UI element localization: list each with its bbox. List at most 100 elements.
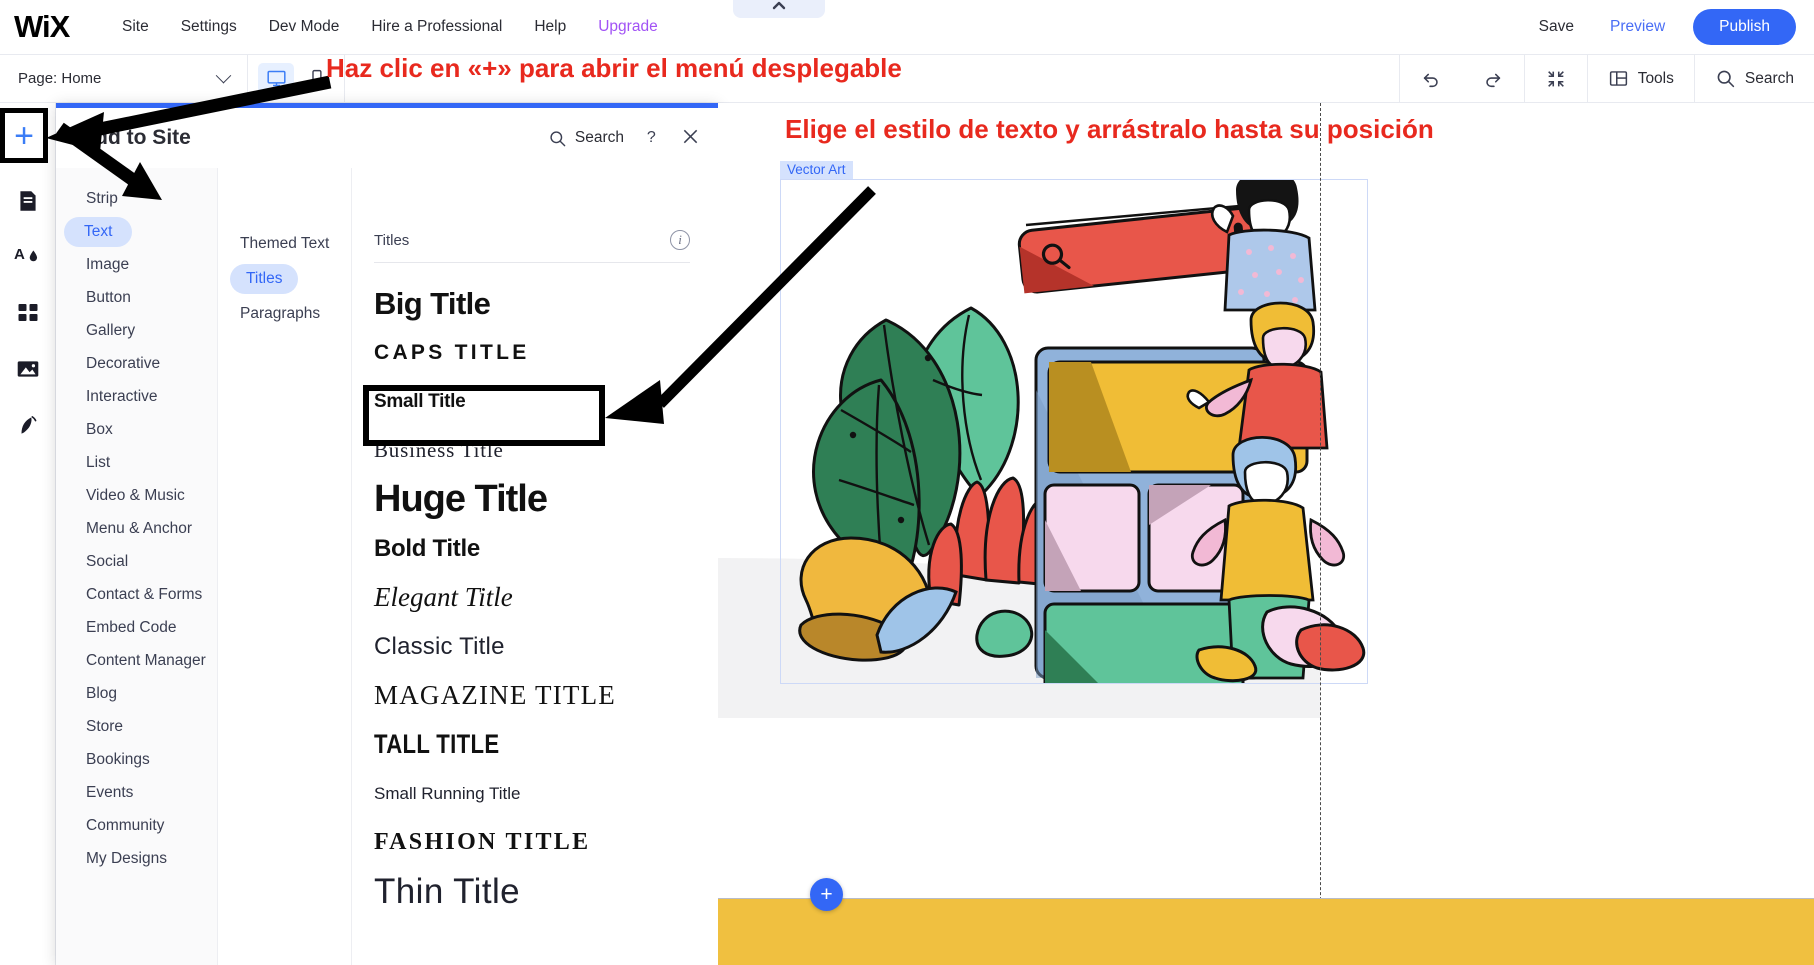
panel-help-button[interactable]: ? [644,127,661,150]
desktop-icon [266,68,287,89]
category-item-decorative[interactable]: Decorative [64,348,209,380]
add-to-site-panel: Add to Site Search ? [56,103,718,965]
styles-section-label: Titles [374,232,409,249]
title-style-small-title[interactable]: Small Title [374,377,696,426]
top-toolbar: WiX Site Settings Dev Mode Hire a Profes… [0,0,1814,55]
title-style-label: Thin Title [374,872,520,912]
editor-toolbar: Page: Home [0,55,1814,103]
title-style-small-running-title[interactable]: Small Running Title [374,769,696,818]
rail-site-design[interactable]: A [4,229,52,285]
annotation-click-plus: Haz clic en «+» para abrir el menú despl… [326,53,902,84]
category-item-menu-anchor[interactable]: Menu & Anchor [64,513,209,545]
preview-button[interactable]: Preview [1592,12,1683,42]
top-nav: Site Settings Dev Mode Hire a Profession… [106,12,674,42]
desktop-view-button[interactable] [258,63,294,95]
collapse-toolbar-tab[interactable] [733,0,825,18]
category-item-button[interactable]: Button [64,282,209,314]
undo-button[interactable] [1399,55,1462,102]
rail-media[interactable] [4,341,52,397]
vector-art-frame[interactable] [780,179,1368,684]
subcategory-item-titles[interactable]: Titles [230,264,298,294]
category-item-list[interactable]: List [64,447,209,479]
topnav-site[interactable]: Site [106,12,165,42]
page-footer-strip[interactable] [718,898,1814,965]
title-style-big-title[interactable]: Big Title [374,279,696,328]
title-style-label: Business Title [374,438,504,463]
topnav-settings[interactable]: Settings [165,12,253,42]
subcategory-item-themed-text[interactable]: Themed Text [226,228,343,260]
category-item-contact-forms[interactable]: Contact & Forms [64,579,209,611]
undo-icon [1420,68,1442,90]
title-style-label: Elegant Title [374,582,513,613]
category-item-bookings[interactable]: Bookings [64,744,209,776]
add-section-button[interactable]: + [810,878,843,911]
title-style-fashion-title[interactable]: FASHION TITLE [374,818,696,867]
left-rail: A [0,103,56,965]
subcategory-item-paragraphs[interactable]: Paragraphs [226,298,343,330]
close-icon [681,127,700,146]
title-style-huge-title[interactable]: Huge Title [374,475,696,524]
chevron-up-icon [771,0,787,10]
category-item-my-designs[interactable]: My Designs [64,843,209,875]
svg-text:A: A [14,246,25,263]
wix-logo[interactable]: WiX [14,9,96,45]
topnav-hire-a-professional[interactable]: Hire a Professional [355,12,518,42]
pen-icon [15,412,41,438]
category-item-text[interactable]: Text [64,217,132,247]
category-item-image[interactable]: Image [64,249,209,281]
page-selector-label: Page: Home [18,70,101,87]
category-item-blog[interactable]: Blog [64,678,209,710]
image-icon [15,356,41,382]
category-item-strip[interactable]: Strip [64,183,209,215]
category-item-gallery[interactable]: Gallery [64,315,209,347]
publish-button[interactable]: Publish [1693,9,1796,45]
apps-icon [16,301,40,325]
category-item-social[interactable]: Social [64,546,209,578]
category-item-community[interactable]: Community [64,810,209,842]
category-item-box[interactable]: Box [64,414,209,446]
mobile-icon [306,68,327,89]
editor-toolbar-right: Tools Search [1399,55,1814,102]
title-style-magazine-title[interactable]: MAGAZINE TITLE [374,671,696,720]
category-item-video-music[interactable]: Video & Music [64,480,209,512]
topnav-upgrade[interactable]: Upgrade [582,12,673,42]
category-item-store[interactable]: Store [64,711,209,743]
search-button[interactable]: Search [1694,55,1814,102]
rail-pages[interactable] [4,173,52,229]
title-style-caps-title[interactable]: CAPS TITLE [374,328,696,377]
tools-panel-icon [1608,68,1629,89]
site-canvas[interactable]: e. ion Vector Art [718,103,1814,965]
title-style-label: FASHION TITLE [374,829,590,856]
rail-my-designs[interactable] [4,397,52,453]
title-style-tall-title[interactable]: TALL TITLE [374,720,696,769]
title-style-label: CAPS TITLE [374,341,530,365]
add-elements-highlight[interactable]: + [0,108,48,163]
category-item-events[interactable]: Events [64,777,209,809]
plus-icon: + [14,119,34,153]
category-item-content-manager[interactable]: Content Manager [64,645,209,677]
annotation-choose-style: Elige el estilo de texto y arrástralo ha… [785,114,1434,145]
title-style-elegant-title[interactable]: Elegant Title [374,573,696,622]
search-label: Search [1745,70,1794,88]
category-item-interactive[interactable]: Interactive [64,381,209,413]
zoom-out-button[interactable] [1524,55,1587,102]
panel-search-button[interactable]: Search [548,129,624,148]
tools-button[interactable]: Tools [1587,55,1694,102]
styles-column: Titles i Big Title CAPS TITLE Small Title B… [352,168,718,965]
info-icon[interactable]: i [670,230,690,250]
topnav-dev-mode[interactable]: Dev Mode [253,12,356,42]
category-item-embed-code[interactable]: Embed Code [64,612,209,644]
redo-button[interactable] [1462,55,1524,102]
title-style-label: Bold Title [374,535,480,563]
title-style-bold-title[interactable]: Bold Title [374,524,696,573]
rail-app-market[interactable] [4,285,52,341]
save-button[interactable]: Save [1521,12,1592,42]
title-style-business-title[interactable]: Business Title [374,426,696,475]
page-icon [15,188,41,214]
title-style-thin-title[interactable]: Thin Title [374,867,696,916]
panel-close-button[interactable] [681,127,700,150]
topnav-help[interactable]: Help [518,12,582,42]
page-selector[interactable]: Page: Home [0,55,248,102]
title-style-classic-title[interactable]: Classic Title [374,622,696,671]
canvas-content: e. ion Vector Art [718,103,1814,965]
